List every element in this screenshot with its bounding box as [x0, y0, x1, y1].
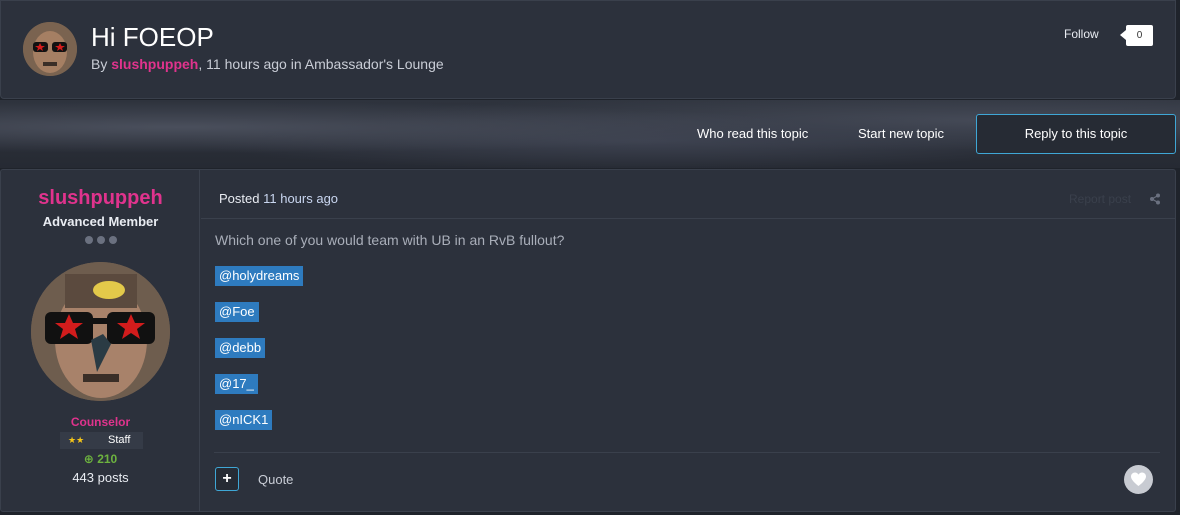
mention-link[interactable]: @17_ — [215, 374, 258, 394]
member-group: Counselor — [70, 415, 131, 429]
mention-link[interactable]: @debb — [215, 338, 266, 358]
post-footer-divider — [214, 452, 1160, 453]
follow-button[interactable]: Follow — [1064, 27, 1099, 41]
topic-byline: By slushpuppeh, 11 hours ago in Ambassad… — [91, 56, 444, 72]
in-label: in — [290, 56, 302, 72]
plus-circle-icon: ⊕ — [83, 452, 94, 466]
posted-time[interactable]: 11 hours ago — [263, 191, 338, 206]
post-body-text: Which one of you would team with UB in a… — [215, 232, 565, 248]
topic-action-banner: Who read this topic Start new topic Repl… — [0, 100, 1180, 168]
rank-dots — [85, 236, 117, 244]
author-avatar-small[interactable] — [23, 22, 77, 76]
post-author-rank: Advanced Member — [42, 214, 159, 229]
by-label: By — [91, 56, 108, 72]
posted-info: Posted 11 hours ago — [219, 191, 338, 206]
post-header: Posted 11 hours ago Report post — [201, 170, 1176, 219]
reputation-value: 210 — [97, 452, 118, 466]
topic-time: 11 hours ago — [206, 56, 287, 72]
post-content: Which one of you would team with UB in a… — [215, 232, 564, 248]
mention-link[interactable]: @holydreams — [215, 266, 304, 286]
posted-label: Posted — [219, 191, 260, 206]
start-new-topic-button[interactable]: Start new topic — [858, 126, 944, 141]
topic-title: Hi FOEOP — [91, 22, 214, 52]
multiquote-plus-button[interactable]: + — [215, 467, 239, 491]
post-count: 443 posts — [72, 470, 129, 485]
heart-icon[interactable] — [1124, 465, 1153, 494]
topic-header: Hi FOEOP By slushpuppeh, 11 hours ago in… — [0, 0, 1176, 99]
forum-link[interactable]: Ambassador's Lounge — [305, 56, 444, 72]
reputation: ⊕ 210 — [1, 452, 200, 466]
staff-badge-label: Staff — [108, 434, 131, 446]
mention-link[interactable]: @Foe — [215, 302, 259, 322]
star-icon: ★★ — [68, 435, 85, 445]
quote-button[interactable]: Quote — [258, 472, 293, 487]
share-icon[interactable] — [1149, 192, 1161, 210]
post-card: slushpuppeh Advanced Member Counselor ★★… — [0, 169, 1176, 512]
staff-badge: ★★ Staff — [60, 432, 143, 449]
post-author-avatar[interactable] — [31, 262, 170, 401]
mention-link[interactable]: @nICK1 — [215, 410, 273, 430]
reply-to-topic-button[interactable]: Reply to this topic — [976, 114, 1176, 154]
report-post-link[interactable]: Report post — [1069, 192, 1131, 206]
follow-count-badge: 0 — [1120, 25, 1153, 46]
who-read-button[interactable]: Who read this topic — [697, 126, 808, 141]
post-author-name[interactable]: slushpuppeh — [1, 187, 200, 210]
post-author-panel: slushpuppeh Advanced Member Counselor ★★… — [1, 170, 200, 511]
topic-author-link[interactable]: slushpuppeh — [111, 56, 198, 72]
plus-icon: + — [222, 470, 232, 487]
